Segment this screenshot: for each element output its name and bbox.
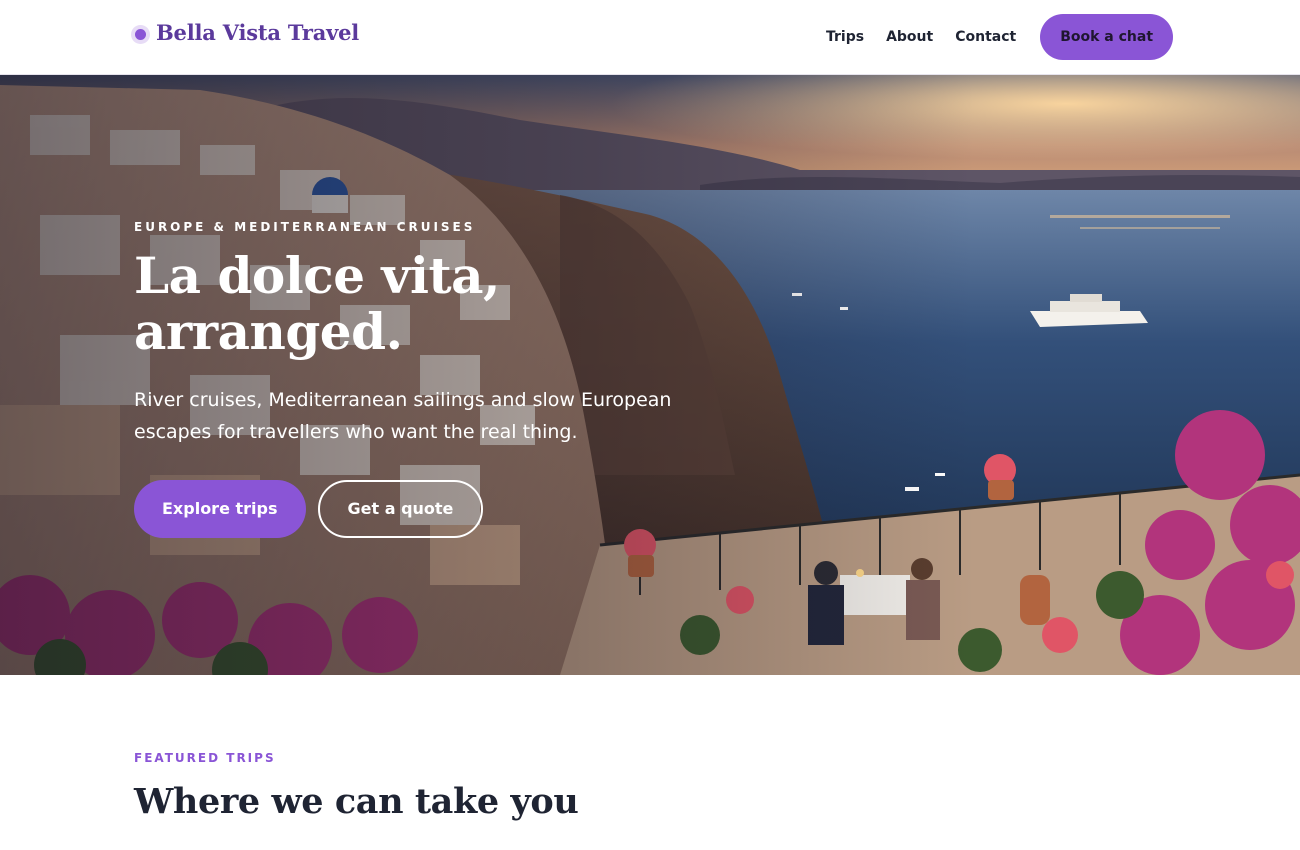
explore-trips-button[interactable]: Explore trips xyxy=(134,480,306,538)
featured-title: Where we can take you xyxy=(134,781,579,822)
nav-link-trips[interactable]: Trips xyxy=(815,14,875,60)
main-nav: Trips About Contact Book a chat xyxy=(815,14,1174,60)
hero-title: La dolce vita, arranged. xyxy=(134,246,500,361)
featured-eyebrow: FEATURED TRIPS xyxy=(134,751,276,765)
get-a-quote-button[interactable]: Get a quote xyxy=(317,480,484,538)
hero-subtitle: River cruises, Mediterranean sailings an… xyxy=(134,389,672,443)
site-header: Bella Vista Travel Trips About Contact B… xyxy=(0,0,1300,75)
hero-eyebrow: EUROPE & MEDITERRANEAN CRUISES xyxy=(134,220,476,234)
hero-section: EUROPE & MEDITERRANEAN CRUISES La dolce … xyxy=(0,75,1300,675)
hero-content: EUROPE & MEDITERRANEAN CRUISES La dolce … xyxy=(134,220,754,538)
brand-logo-link[interactable]: Bella Vista Travel xyxy=(131,20,359,45)
brand-name: Bella Vista Travel xyxy=(156,20,360,45)
nav-link-about[interactable]: About xyxy=(875,14,944,60)
featured-trips-section: FEATURED TRIPS Where we can take you xyxy=(134,751,579,822)
book-a-chat-button[interactable]: Book a chat xyxy=(1040,14,1174,60)
dot-logo-icon xyxy=(131,24,150,44)
hero-actions: Explore trips Get a quote xyxy=(134,480,754,538)
nav-link-contact[interactable]: Contact xyxy=(944,14,1027,60)
